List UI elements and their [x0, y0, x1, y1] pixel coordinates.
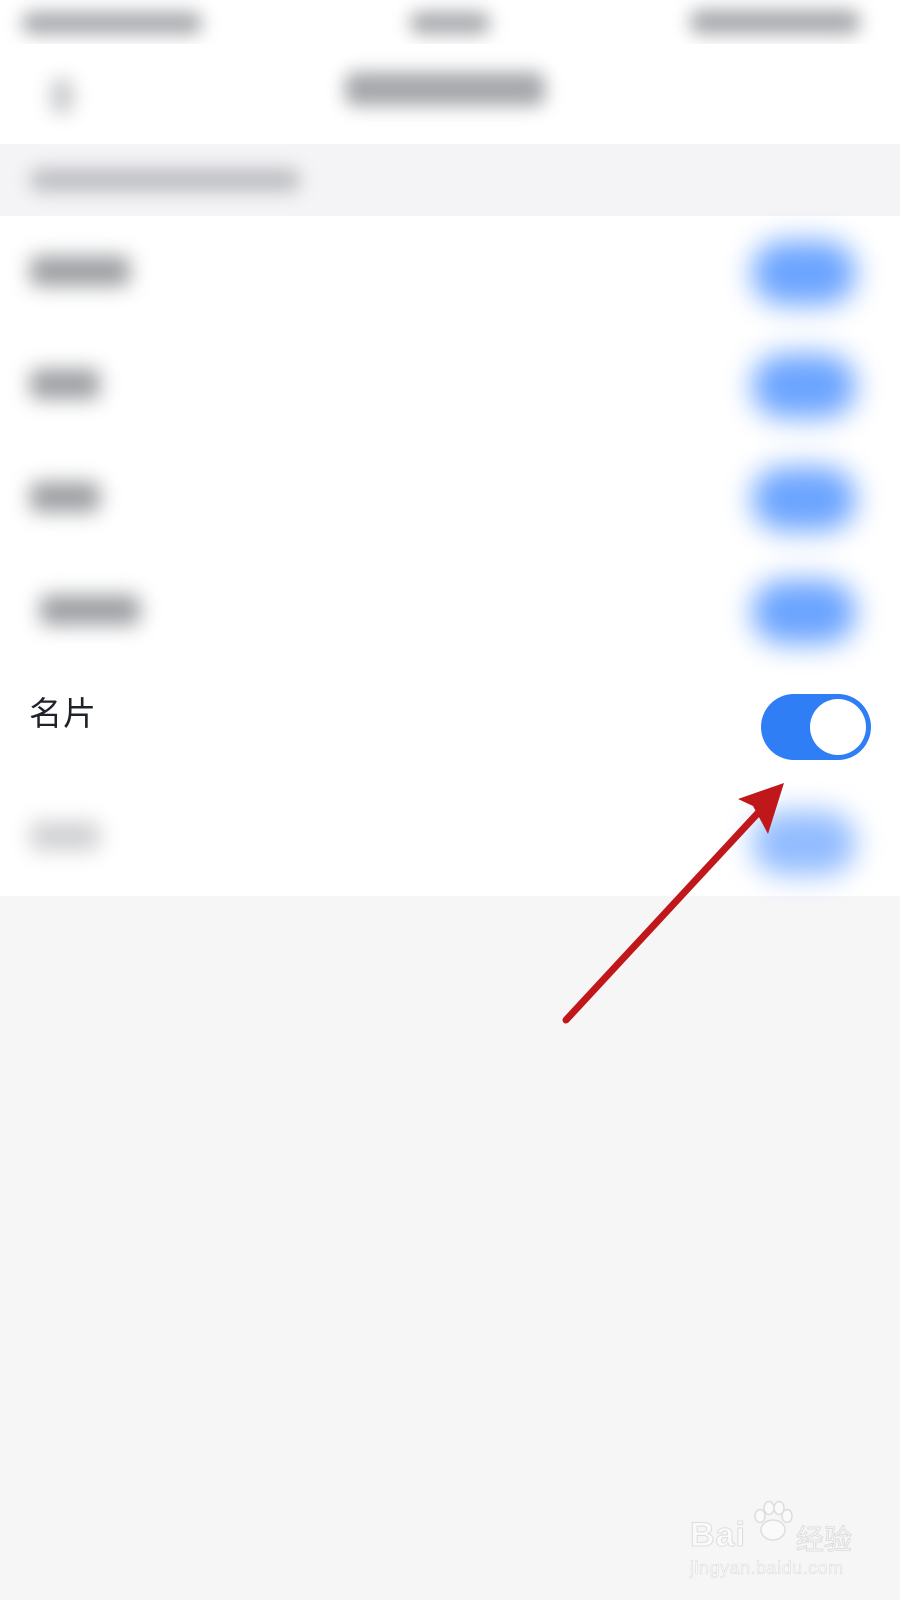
baidu-paw-icon — [754, 1500, 793, 1541]
row-label-blurred — [30, 482, 100, 512]
business-card-label: 名片 — [29, 694, 97, 733]
status-bar — [0, 0, 900, 44]
settings-row-1-blurred[interactable] — [0, 216, 900, 329]
row-label-blurred — [30, 369, 100, 399]
row-label-blurred — [30, 821, 100, 851]
toggle-switch-blurred[interactable] — [752, 811, 856, 875]
page-title-blurred — [345, 72, 545, 106]
row-label-blurred — [30, 256, 130, 286]
status-bar-time-blurred — [410, 12, 490, 34]
settings-page: 名片 Bai 经验 jingyan.baidu.com — [0, 0, 900, 1600]
status-bar-carrier-blurred — [22, 12, 202, 34]
row-label-blurred — [40, 595, 140, 625]
watermark-url: jingyan.baidu.com — [690, 1558, 844, 1579]
back-icon[interactable] — [50, 78, 74, 114]
status-bar-indicators-blurred — [690, 10, 860, 34]
section-header — [0, 144, 900, 216]
toggle-switch-blurred[interactable] — [752, 241, 856, 305]
business-card-toggle[interactable] — [761, 694, 871, 760]
toggle-switch-blurred[interactable] — [752, 467, 856, 531]
toggle-switch-blurred[interactable] — [752, 580, 856, 644]
settings-row-4-blurred[interactable] — [0, 555, 900, 668]
baidu-jingyan-watermark: Bai 经验 jingyan.baidu.com — [688, 1500, 858, 1580]
settings-row-3-blurred[interactable] — [0, 442, 900, 555]
toggle-switch-blurred[interactable] — [752, 354, 856, 418]
toggle-knob — [810, 699, 866, 755]
settings-list — [0, 216, 900, 896]
navigation-bar — [0, 44, 900, 144]
section-header-text-blurred — [30, 168, 300, 192]
watermark-brand-text: Bai — [690, 1516, 746, 1555]
settings-row-6-blurred[interactable] — [0, 781, 900, 894]
settings-row-2-blurred[interactable] — [0, 329, 900, 442]
watermark-jingyan-text: 经验 — [795, 1523, 853, 1557]
